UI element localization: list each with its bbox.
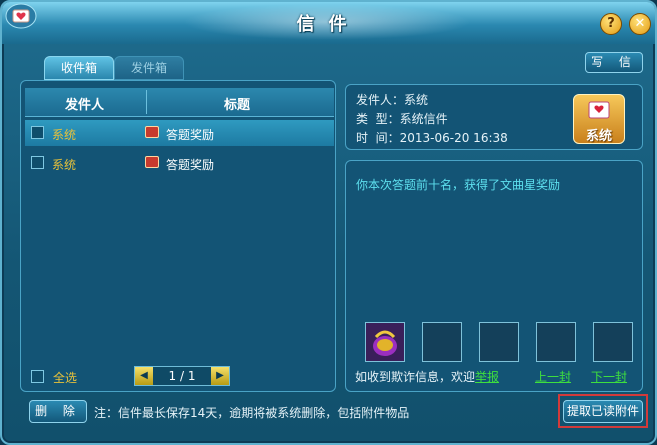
system-mail-badge: 系统 bbox=[573, 94, 625, 144]
retention-note: 注：信件最长保存14天，逾期将被系统删除，包括附件物品 bbox=[94, 406, 410, 420]
row-subject: 答题奖励 bbox=[166, 128, 215, 142]
select-all-checkbox[interactable] bbox=[31, 370, 44, 383]
tab-inbox[interactable]: 收件箱 bbox=[44, 56, 114, 80]
next-page-button[interactable]: ▶ bbox=[211, 367, 229, 385]
header-sender: 发件人 bbox=[65, 98, 105, 113]
header-divider bbox=[146, 90, 147, 114]
pager: ◀ 1 / 1 ▶ bbox=[134, 366, 230, 386]
mail-row[interactable]: 系统 答题奖励 bbox=[25, 150, 334, 176]
mail-body-text: 你本次答题前十名，获得了文曲星奖励 bbox=[356, 178, 561, 192]
info-time: 时 间：2013-06-20 16:38 bbox=[356, 131, 508, 145]
extract-read-attachments-button[interactable]: 提取已读附件 bbox=[563, 400, 643, 423]
mail-row[interactable]: 系统 答题奖励 bbox=[25, 120, 334, 146]
header-subject: 标题 bbox=[224, 98, 251, 113]
info-type: 类 型：系统信件 bbox=[356, 112, 448, 126]
mail-icon bbox=[145, 156, 159, 168]
row-sender: 系统 bbox=[52, 158, 77, 172]
letter-heart-icon bbox=[588, 101, 610, 119]
title-bar[interactable]: 信件 ? ✕ bbox=[2, 2, 655, 44]
write-mail-button[interactable]: 写 信 bbox=[585, 52, 643, 73]
select-all-label: 全选 bbox=[53, 371, 78, 385]
report-link[interactable]: 举报 bbox=[475, 368, 499, 385]
next-mail-link[interactable]: 下一封 bbox=[591, 368, 627, 385]
help-button[interactable]: ? bbox=[600, 13, 622, 35]
delete-button[interactable]: 删 除 bbox=[29, 400, 87, 423]
row-subject: 答题奖励 bbox=[166, 158, 215, 172]
tab-outbox[interactable]: 发件箱 bbox=[114, 56, 184, 80]
attachment-slot[interactable] bbox=[593, 322, 633, 362]
gift-bag-icon bbox=[366, 323, 404, 361]
attachment-slot[interactable] bbox=[422, 322, 462, 362]
attachment-slot[interactable] bbox=[479, 322, 519, 362]
report-prefix: 如收到欺诈信息，欢迎 bbox=[355, 370, 476, 384]
prev-mail-link[interactable]: 上一封 bbox=[535, 368, 571, 385]
row-checkbox[interactable] bbox=[31, 126, 44, 139]
info-sender: 发件人：系统 bbox=[356, 93, 429, 107]
attachment-slot[interactable] bbox=[536, 322, 576, 362]
badge-label: 系统 bbox=[585, 129, 612, 144]
window-title: 信件 bbox=[296, 14, 361, 35]
row-sender: 系统 bbox=[52, 128, 77, 142]
attachment-slot[interactable] bbox=[365, 322, 405, 362]
close-button[interactable]: ✕ bbox=[629, 13, 651, 35]
row-checkbox[interactable] bbox=[31, 156, 44, 169]
mail-window: 信件 ? ✕ 收件箱 发件箱 写 信 发件人 标题 系统 答题奖励 系统 答题奖… bbox=[0, 0, 657, 445]
mail-icon bbox=[145, 126, 159, 138]
mail-list-header: 发件人 标题 bbox=[25, 88, 334, 117]
